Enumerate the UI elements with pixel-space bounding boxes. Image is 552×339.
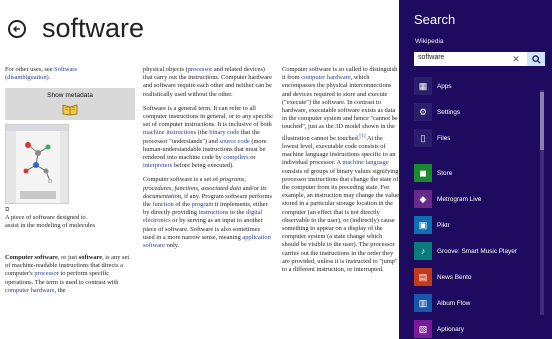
text: (the xyxy=(196,129,210,137)
piktr-icon: ▣ xyxy=(414,216,432,234)
link-interpreters[interactable]: interpreters xyxy=(143,162,172,169)
link-binary-code[interactable]: binary code xyxy=(209,129,239,136)
search-result-album-flow[interactable]: ▥ Album Flow xyxy=(414,293,539,313)
document-icon: ▯ xyxy=(414,129,432,147)
text: or xyxy=(248,154,256,162)
text: only. xyxy=(165,242,180,250)
show-metadata-button[interactable]: Show metadata xyxy=(5,88,135,120)
metrogram-icon: ◆ xyxy=(414,190,432,208)
article-intro-paragraph: Computer software, or just software, is … xyxy=(5,254,135,295)
page-title: software xyxy=(42,13,145,43)
link-function[interactable]: function xyxy=(152,201,173,208)
text: and/or xyxy=(241,184,261,192)
link-disambiguation[interactable]: (disambiguation) xyxy=(5,74,49,81)
paragraph: physical objects (processor and related … xyxy=(143,66,273,99)
search-result-aptionary[interactable]: ▧ Aptionary xyxy=(414,319,539,339)
search-icon xyxy=(531,54,541,64)
search-result-apps[interactable]: ▦ Apps xyxy=(414,76,539,96)
link-machine-language[interactable]: machine language xyxy=(342,159,388,166)
search-charm-title: Search xyxy=(414,12,456,27)
text: Software is a general term. It can refer… xyxy=(143,104,273,129)
hatnote-end: . xyxy=(48,74,51,82)
enlarge-icon[interactable]: ⧉ xyxy=(5,206,9,214)
article-column-3: Computer software is so called to distin… xyxy=(282,66,400,274)
album-icon: ▥ xyxy=(414,294,432,312)
apps-grid-icon: ▦ xyxy=(414,77,432,95)
search-result-metrogram-live[interactable]: ◆ Metrogram Live xyxy=(414,189,539,209)
link-instructions[interactable]: instructions xyxy=(199,209,229,216)
paragraph: Software is a general term. It can refer… xyxy=(143,105,273,171)
search-result-label: Settings xyxy=(437,108,461,116)
text: before being executed). xyxy=(172,162,234,170)
search-result-groove-smart-music-player[interactable]: ♪ Groove: Smart Music Player xyxy=(414,241,539,261)
link-program[interactable]: program xyxy=(192,201,214,208)
search-result-files[interactable]: ▯ Files xyxy=(414,128,539,148)
clear-search-button[interactable]: ✕ xyxy=(509,52,523,66)
search-result-label: Apps xyxy=(437,82,452,90)
paragraph: Computer software is a set of programs, … xyxy=(143,176,273,250)
text: , the xyxy=(54,286,66,294)
search-input[interactable]: software xyxy=(418,54,444,61)
link-computer-hardware[interactable]: computer hardware xyxy=(5,287,55,294)
text: , or just xyxy=(57,254,79,261)
search-result-label: Album Flow xyxy=(437,299,471,307)
molecule-modeling-screenshot[interactable] xyxy=(5,124,69,204)
gear-icon: ⚙ xyxy=(414,103,432,121)
bold-term: Computer software xyxy=(5,254,58,261)
search-result-label: Store xyxy=(437,169,453,177)
search-result-label: Metrogram Live xyxy=(437,195,482,203)
back-button[interactable] xyxy=(8,20,26,38)
image-caption: A piece of software designed to assist i… xyxy=(5,214,95,230)
search-result-label: Aptionary xyxy=(437,325,464,333)
text: consists of groups of binary values sign… xyxy=(282,167,399,273)
open-book-icon xyxy=(62,104,78,116)
link-processor[interactable]: processor xyxy=(188,66,213,73)
news-icon: ▤ xyxy=(414,268,432,286)
hatnote-text: For other uses, see xyxy=(5,66,55,73)
search-result-piktr[interactable]: ▣ Piktr xyxy=(414,215,539,235)
bold-term: software xyxy=(78,254,103,261)
link-computer-hardware[interactable]: computer hardware xyxy=(301,74,351,81)
search-result-label: News Bento xyxy=(437,273,472,281)
text: , which encompasses the physical interco… xyxy=(282,74,398,142)
back-arrow-icon xyxy=(13,26,20,32)
link-software[interactable]: Software xyxy=(54,66,77,73)
search-submit-button[interactable] xyxy=(527,52,545,66)
link-source-code[interactable]: source code xyxy=(219,138,249,145)
scrollbar-thumb[interactable] xyxy=(540,92,544,150)
text: physical objects ( xyxy=(143,66,188,73)
link-processor[interactable]: processor xyxy=(34,270,59,277)
link-compilers[interactable]: compilers xyxy=(223,154,248,161)
search-result-label: Files xyxy=(437,134,451,142)
search-result-label: Piktr xyxy=(437,221,450,229)
book-icon: ▧ xyxy=(414,320,432,338)
search-scope-label[interactable]: Wikipedia xyxy=(415,38,444,45)
search-box[interactable]: software ✕ xyxy=(414,52,545,66)
link-machine-instructions[interactable]: machine instructions xyxy=(143,129,196,136)
store-bag-icon: ◼ xyxy=(414,164,432,182)
search-result-settings[interactable]: ⚙ Settings xyxy=(414,102,539,122)
close-icon: ✕ xyxy=(512,53,520,64)
text: to the xyxy=(228,209,246,217)
text: Computer software is a set of xyxy=(143,176,220,184)
music-note-icon: ♪ xyxy=(414,242,432,260)
search-result-store[interactable]: ◼ Store xyxy=(414,163,539,183)
search-charm-panel: Search Wikipedia software ✕ ▦ Apps ⚙ Settin… xyxy=(399,0,552,339)
article-column-1: For other uses, see Software (disambigua… xyxy=(5,66,135,82)
search-result-label: Groove: Smart Music Player xyxy=(437,247,517,255)
text: of the xyxy=(173,201,192,209)
article-column-2: physical objects (processor and related … xyxy=(143,66,273,250)
search-result-news-bento[interactable]: ▤ News Bento xyxy=(414,267,539,287)
show-metadata-label: Show metadata xyxy=(47,92,93,99)
